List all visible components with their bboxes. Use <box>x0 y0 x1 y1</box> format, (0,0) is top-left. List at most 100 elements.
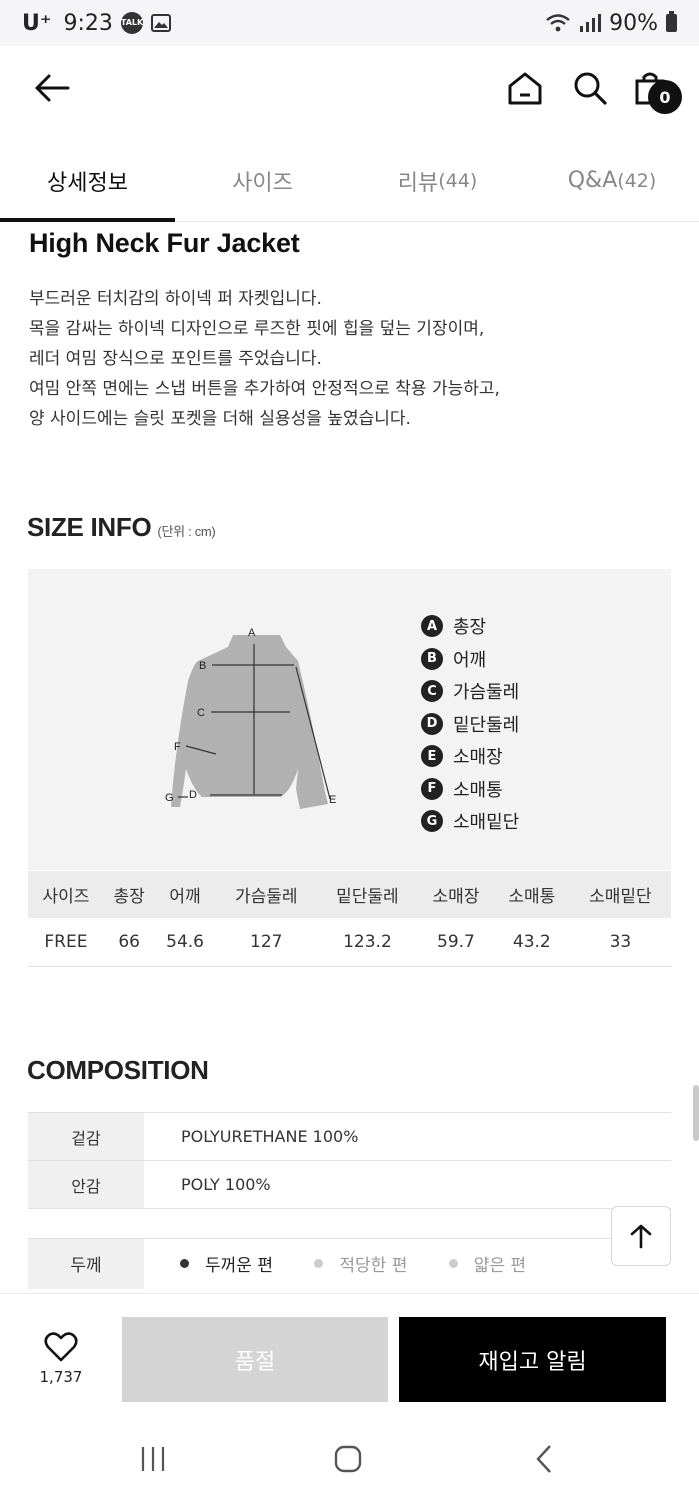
tab-size[interactable]: 사이즈 <box>175 140 350 221</box>
system-nav-bar <box>0 1417 699 1500</box>
kakaotalk-notification-icon: TALK <box>120 12 143 34</box>
legend-label: 가슴둘레 <box>453 682 520 704</box>
composition-title: COMPOSITION <box>27 1055 209 1085</box>
thickness-option: 적당한 편 <box>314 1251 407 1276</box>
legend-letter: B <box>421 647 443 670</box>
legend-letter: D <box>421 712 443 735</box>
battery-icon <box>666 11 677 32</box>
legend-item: F 소매통 <box>421 773 519 806</box>
diagram-label-b: B <box>199 660 206 672</box>
size-cell: 43.2 <box>493 918 570 967</box>
size-cell: 54.6 <box>154 918 216 967</box>
size-col-header: 소매밑단 <box>569 871 671 918</box>
cart-count-badge: 0 <box>648 80 682 114</box>
battery-percent: 90% <box>609 10 658 36</box>
soldout-button: 품절 <box>122 1317 388 1402</box>
legend-label: 소매장 <box>453 747 503 769</box>
legend-item: C 가슴둘레 <box>421 675 519 708</box>
table-row: 겉감 POLYURETHANE 100% <box>28 1112 671 1161</box>
recent-apps-icon <box>141 1447 165 1471</box>
search-icon <box>574 72 607 105</box>
tab-qna[interactable]: Q&A (42) <box>525 140 699 221</box>
size-legend: A 총장 B 어깨 C 가슴둘레 D 밑단둘레 E 소매장 F 소매통 G 소매밑단 <box>421 610 519 838</box>
size-col-header: 어깨 <box>154 871 216 918</box>
status-bar: U⁺ 9:23 TALK 90% <box>0 0 699 46</box>
size-info-title: SIZE INFO <box>27 512 152 542</box>
table-row: 안감 POLY 100% <box>28 1160 671 1209</box>
size-col-header: 사이즈 <box>28 871 104 918</box>
composition-value: POLYURETHANE 100% <box>144 1112 671 1161</box>
legend-letter: A <box>421 615 443 638</box>
heart-icon <box>44 1332 78 1362</box>
legend-label: 어깨 <box>453 649 487 671</box>
legend-item: G 소매밑단 <box>421 805 519 838</box>
clock: 9:23 <box>63 10 113 36</box>
legend-item: E 소매장 <box>421 740 519 773</box>
table-row: 두께 두꺼운 편 적당한 편 얇은 편 <box>28 1238 671 1289</box>
diagram-label-a: A <box>248 627 256 639</box>
diagram-label-g: G <box>165 792 174 804</box>
chevron-left-icon <box>536 1445 551 1473</box>
scroll-to-top-button[interactable] <box>611 1206 671 1266</box>
scrollbar-thumb[interactable] <box>693 1085 699 1141</box>
wifi-icon <box>546 14 570 32</box>
tab-reviews-count: (44) <box>438 169 478 192</box>
home-icon <box>508 72 542 105</box>
back-button[interactable] <box>30 66 74 110</box>
size-info-heading: SIZE INFO (단위 : cm) <box>27 512 216 543</box>
legend-letter: F <box>421 777 443 800</box>
bullet-dot-icon <box>180 1259 189 1269</box>
size-table: 사이즈 총장 어깨 가슴둘레 밑단둘레 소매장 소매통 소매밑단 FREE 66… <box>28 871 671 967</box>
home-nav-button[interactable] <box>328 1439 368 1479</box>
size-col-header: 가슴둘레 <box>215 871 317 918</box>
diagram-label-c: C <box>197 707 205 719</box>
restock-alert-button[interactable]: 재입고 알림 <box>399 1317 666 1402</box>
legend-label: 총장 <box>453 617 487 639</box>
jacket-size-diagram: A B C F D G E <box>165 627 336 809</box>
description-line: 여밈 안쪽 면에는 스냅 버튼을 추가하여 안정적으로 착용 가능하고, <box>29 379 500 399</box>
home-nav-icon <box>334 1445 362 1473</box>
purchase-bar: 1,737 품절 재입고 알림 <box>0 1293 699 1417</box>
tab-details[interactable]: 상세정보 <box>0 140 175 222</box>
composition-value: POLY 100% <box>144 1160 671 1209</box>
legend-letter: C <box>421 680 443 703</box>
composition-table: 겉감 POLYURETHANE 100% 안감 POLY 100% <box>28 1112 671 1209</box>
tab-size-label: 사이즈 <box>232 170 293 196</box>
bullet-dot-icon <box>314 1259 324 1269</box>
table-row: FREE 66 54.6 127 123.2 59.7 43.2 33 <box>28 918 671 967</box>
thickness-option: 얇은 편 <box>448 1251 527 1277</box>
tab-qna-count: (42) <box>617 169 657 192</box>
carrier-label: U⁺ <box>22 10 52 36</box>
size-cell: 33 <box>569 918 671 967</box>
home-button[interactable] <box>503 66 547 110</box>
diagram-label-e: E <box>329 794 336 806</box>
legend-item: B 어깨 <box>421 643 519 676</box>
search-button[interactable] <box>568 66 612 110</box>
tab-reviews-label: 리뷰 <box>397 170 439 196</box>
signal-icon <box>580 14 602 32</box>
legend-item: D 밑단둘레 <box>421 708 519 741</box>
legend-letter: E <box>421 745 443 768</box>
product-title: High Neck Fur Jacket <box>29 228 300 258</box>
diagram-label-d: D <box>189 789 197 801</box>
like-count: 1,737 <box>39 1368 83 1386</box>
like-button[interactable]: 1,737 <box>30 1332 92 1386</box>
back-nav-button[interactable] <box>524 1439 564 1479</box>
size-cell: 59.7 <box>418 918 494 967</box>
size-col-header: 밑단둘레 <box>316 871 419 918</box>
legend-label: 소매밑단 <box>453 812 520 834</box>
arrow-left-icon <box>35 74 70 102</box>
thickness-option-label: 얇은 편 <box>473 1256 527 1277</box>
thickness-option-label: 두꺼운 편 <box>205 1256 273 1277</box>
legend-item: A 총장 <box>421 610 519 643</box>
size-unit-label: (단위 : cm) <box>157 524 216 539</box>
size-cell: FREE <box>28 918 104 967</box>
recent-apps-button[interactable] <box>133 1439 173 1479</box>
size-cell: 127 <box>215 918 317 967</box>
legend-letter: G <box>421 810 443 833</box>
thickness-table: 두께 두꺼운 편 적당한 편 얇은 편 <box>28 1238 671 1289</box>
detail-tabs: 상세정보 사이즈 리뷰 (44) Q&A (42) <box>0 140 699 222</box>
tab-details-label: 상세정보 <box>47 170 128 196</box>
size-col-header: 총장 <box>103 871 155 918</box>
tab-reviews[interactable]: 리뷰 (44) <box>350 140 525 221</box>
